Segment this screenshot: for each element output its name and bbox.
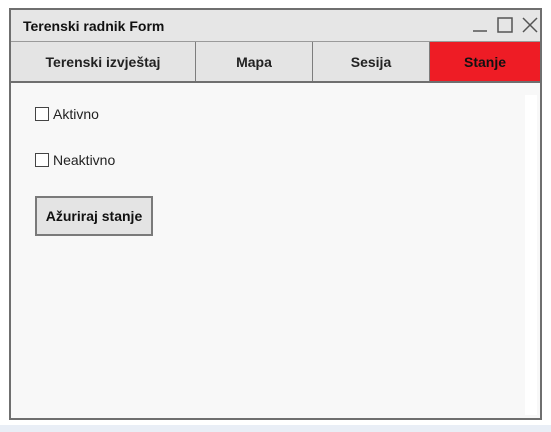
- tab-label: Mapa: [236, 53, 272, 70]
- tab-mapa[interactable]: Mapa: [196, 42, 313, 81]
- tab-content-stanje: Aktivno Neaktivno Ažuriraj stanje: [11, 83, 540, 418]
- bottom-strip: [0, 425, 551, 432]
- aktivno-checkbox[interactable]: [35, 107, 49, 121]
- tab-label: Sesija: [350, 53, 392, 70]
- form-window: Terenski radnik Form Terenski izvještaj …: [9, 8, 542, 420]
- maximize-icon[interactable]: [495, 15, 515, 35]
- right-edge-strip: [525, 95, 537, 415]
- neaktivno-label: Neaktivno: [53, 152, 116, 168]
- tab-terenski-izvjestaj[interactable]: Terenski izvještaj: [11, 42, 196, 81]
- tab-bar: Terenski izvještaj Mapa Sesija Stanje: [11, 42, 540, 83]
- tab-stanje[interactable]: Stanje: [430, 42, 540, 81]
- minimize-icon[interactable]: [470, 15, 490, 35]
- tab-label: Terenski izvještaj: [45, 53, 161, 70]
- window-title: Terenski radnik Form: [23, 18, 165, 34]
- tab-sesija[interactable]: Sesija: [313, 42, 430, 81]
- aktivno-checkbox-row[interactable]: Aktivno: [35, 106, 99, 122]
- tab-label: Stanje: [463, 53, 506, 70]
- aktivno-label: Aktivno: [53, 106, 99, 122]
- update-status-button-label: Ažuriraj stanje: [45, 208, 143, 224]
- neaktivno-checkbox[interactable]: [35, 153, 49, 167]
- close-icon[interactable]: [520, 15, 540, 35]
- title-bar: Terenski radnik Form: [11, 10, 540, 42]
- neaktivno-checkbox-row[interactable]: Neaktivno: [35, 152, 115, 168]
- update-status-button[interactable]: Ažuriraj stanje: [35, 196, 153, 236]
